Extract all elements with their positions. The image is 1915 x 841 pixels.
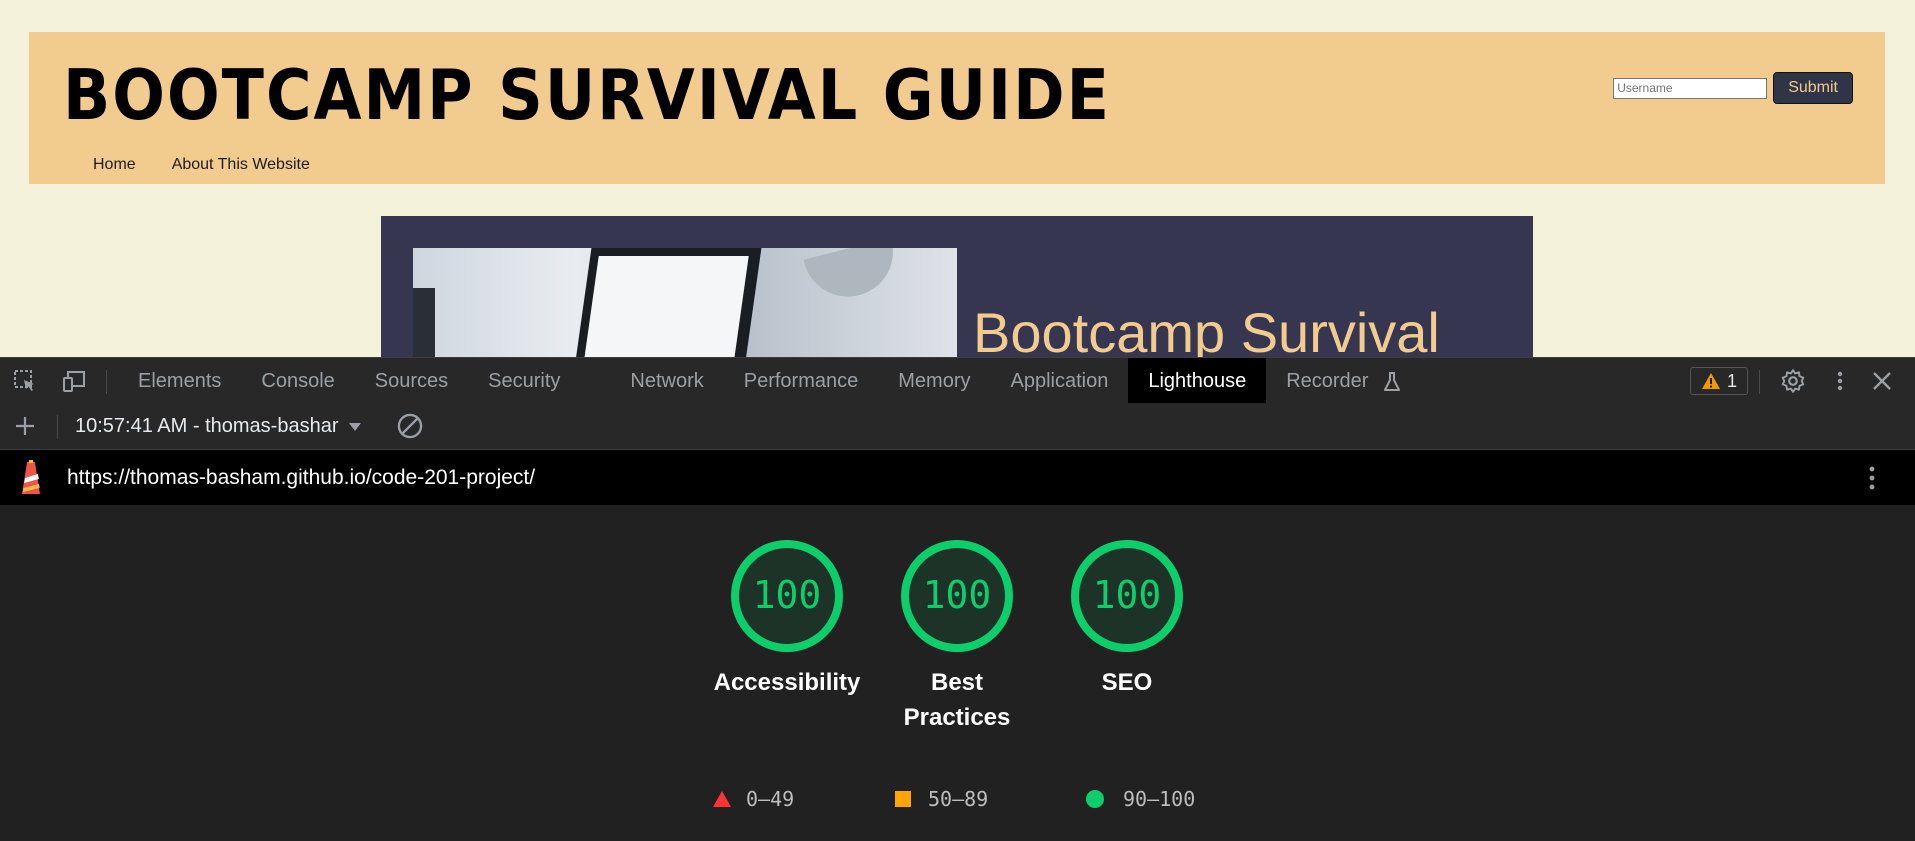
- tab-elements[interactable]: Elements: [118, 358, 241, 404]
- site-nav: Home About This Website: [93, 156, 310, 174]
- fail-triangle-icon: [713, 791, 731, 807]
- issues-badge[interactable]: 1: [1690, 367, 1748, 395]
- hero-title: Bootcamp Survival: [973, 301, 1440, 357]
- score-gauge-accessibility[interactable]: 100 Accessibility: [702, 539, 872, 700]
- score-ring: 100: [1071, 540, 1183, 652]
- tab-console[interactable]: Console: [241, 358, 354, 404]
- legend-pass: 90–100: [1085, 787, 1195, 811]
- tab-application[interactable]: Application: [990, 358, 1128, 404]
- more-options-icon[interactable]: [1828, 369, 1852, 393]
- pass-circle-icon: [1086, 790, 1104, 808]
- score-value: 100: [753, 573, 822, 617]
- score-value: 100: [1093, 573, 1162, 617]
- tab-security[interactable]: Security: [468, 358, 610, 404]
- settings-gear-icon[interactable]: [1780, 368, 1806, 394]
- hero-image: [413, 248, 957, 357]
- site-title: Bootcamp Survival Guide: [63, 54, 1111, 136]
- devtools-panel: Elements Console Sources Security Networ…: [0, 357, 1915, 841]
- devtools-tabbar: Elements Console Sources Security Networ…: [0, 357, 1915, 405]
- site-header: Bootcamp Survival Guide Home About This …: [29, 32, 1885, 184]
- legend-pass-range: 90–100: [1123, 787, 1196, 811]
- hero-section: Bootcamp Survival: [381, 216, 1533, 357]
- average-square-icon: [895, 791, 911, 807]
- nav-home-link[interactable]: Home: [93, 156, 136, 174]
- lighthouse-report: 100 Accessibility 100 Best Practices 100…: [0, 505, 1915, 841]
- tab-recorder[interactable]: Recorder: [1266, 358, 1422, 404]
- lighthouse-toolbar: 10:57:41 AM - thomas-bashar: [0, 403, 1915, 450]
- tab-performance[interactable]: Performance: [724, 358, 879, 404]
- tab-recorder-label: Recorder: [1286, 370, 1369, 392]
- tab-network[interactable]: Network: [610, 358, 723, 404]
- new-report-plus-icon[interactable]: [13, 414, 37, 438]
- report-url-bar: https://thomas-basham.github.io/code-201…: [0, 450, 1915, 505]
- score-ring: 100: [901, 540, 1013, 652]
- submit-button[interactable]: Submit: [1773, 72, 1853, 104]
- score-label: SEO: [1101, 669, 1153, 696]
- audited-url[interactable]: https://thomas-basham.github.io/code-201…: [67, 450, 535, 505]
- legend-fail-range: 0–49: [746, 787, 795, 811]
- login-form: Submit: [1613, 72, 1853, 104]
- experiment-flask-icon: [1384, 371, 1401, 391]
- tab-lighthouse[interactable]: Lighthouse: [1128, 358, 1267, 404]
- warning-count: 1: [1726, 370, 1737, 391]
- score-gauge-seo[interactable]: 100 SEO: [1042, 539, 1212, 700]
- legend-average-range: 50–89: [928, 787, 989, 811]
- score-value: 100: [923, 573, 992, 617]
- score-label: Best Practices: [903, 669, 1011, 731]
- report-selector-text: 10:57:41 AM - thomas-bashar: [75, 415, 339, 437]
- score-gauge-best-practices[interactable]: 100 Best Practices: [872, 539, 1042, 735]
- inspect-element-icon[interactable]: [13, 369, 37, 393]
- legend-average: 50–89: [894, 787, 988, 811]
- tab-sources[interactable]: Sources: [355, 358, 468, 404]
- warning-icon: [1701, 373, 1720, 389]
- chevron-down-icon: [349, 422, 362, 431]
- username-input[interactable]: [1613, 77, 1768, 99]
- clear-reports-icon[interactable]: [396, 412, 424, 440]
- report-menu-icon[interactable]: [1860, 464, 1884, 492]
- nav-about-link[interactable]: About This Website: [172, 156, 310, 174]
- close-devtools-icon[interactable]: [1870, 369, 1894, 393]
- devtools-tabs: Elements Console Sources Security Networ…: [118, 358, 1422, 404]
- score-ring: 100: [731, 540, 843, 652]
- legend-fail: 0–49: [712, 787, 794, 811]
- device-toolbar-icon[interactable]: [62, 369, 86, 393]
- tab-memory[interactable]: Memory: [878, 358, 990, 404]
- lighthouse-logo-icon: [22, 460, 40, 494]
- website-viewport: Bootcamp Survival Guide Home About This …: [0, 0, 1915, 357]
- report-selector[interactable]: 10:57:41 AM - thomas-bashar: [75, 403, 362, 449]
- score-label: Accessibility: [713, 669, 861, 696]
